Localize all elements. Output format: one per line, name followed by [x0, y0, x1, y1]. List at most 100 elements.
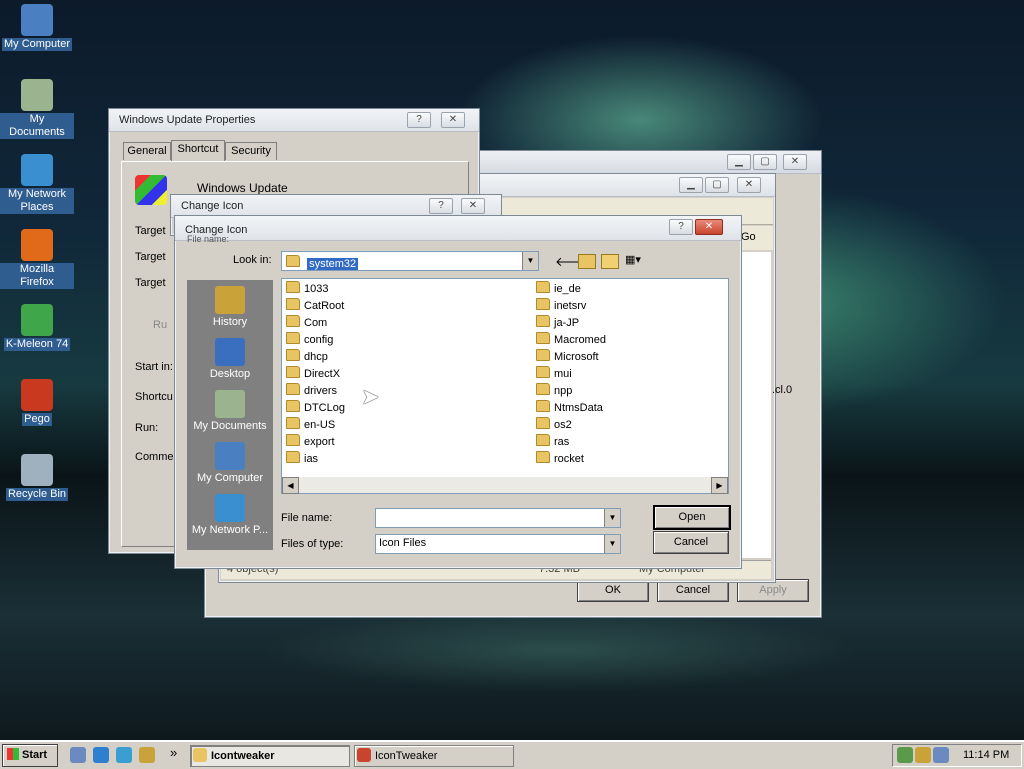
desktop-icon[interactable]: Mozilla Firefox — [0, 229, 74, 289]
taskbar: Start » Icontweaker IconTweaker 11:14 PM — [0, 740, 1024, 769]
close-button[interactable]: ✕ — [783, 154, 807, 170]
desktop-icon[interactable]: My Network Places — [0, 154, 74, 214]
search-icon[interactable] — [139, 747, 155, 763]
help-button[interactable]: ? — [669, 219, 693, 235]
tab-shortcut[interactable]: Shortcut — [171, 140, 225, 161]
folder-item[interactable]: Com — [286, 315, 327, 332]
documents-icon — [215, 390, 245, 418]
taskbar-item[interactable]: IconTweaker — [354, 745, 514, 767]
windows-logo-icon — [7, 748, 19, 760]
horizontal-scrollbar[interactable]: ◀ ▶ — [282, 477, 728, 494]
folder-item[interactable]: NtmsData — [536, 400, 603, 417]
start-label: Start — [22, 749, 48, 761]
folder-name: Microsoft — [554, 351, 599, 363]
folder-item[interactable]: en-US — [286, 417, 335, 434]
files-of-type-select[interactable]: Icon Files ▼ — [375, 534, 621, 554]
close-button[interactable]: ✕ — [695, 219, 723, 235]
place-history[interactable]: History — [187, 286, 273, 328]
desktop-icon[interactable]: My Computer — [0, 4, 74, 51]
folder-item[interactable]: export — [286, 434, 335, 451]
folder-item[interactable]: Macromed — [536, 332, 606, 349]
open-button[interactable]: Open — [653, 505, 731, 530]
folder-item[interactable]: 1033 — [286, 281, 328, 298]
folder-name: inetsrv — [554, 300, 587, 312]
folder-item[interactable]: CatRoot — [286, 298, 344, 315]
folder-name: 1033 — [304, 283, 329, 295]
place-network[interactable]: My Network P... — [187, 494, 273, 536]
place-computer[interactable]: My Computer — [187, 442, 273, 484]
folder-item[interactable]: inetsrv — [536, 298, 586, 315]
folder-item[interactable]: DTCLog — [286, 400, 345, 417]
place-documents[interactable]: My Documents — [187, 390, 273, 432]
folder-name: ras — [554, 436, 570, 448]
chevron-down-icon[interactable]: ▼ — [604, 535, 620, 553]
folder-item[interactable]: drivers — [286, 383, 337, 400]
folder-item[interactable]: Microsoft — [536, 349, 599, 366]
quick-launch-chevron[interactable]: » — [170, 745, 177, 760]
go-button[interactable]: Go — [741, 231, 756, 243]
tray-icon[interactable] — [933, 747, 949, 763]
folder-name: dhcp — [304, 351, 328, 363]
files-of-type-label: Files of type: — [281, 538, 344, 550]
media-icon[interactable] — [116, 747, 132, 763]
folder-icon — [536, 451, 550, 463]
folder-item[interactable]: DirectX — [286, 366, 340, 383]
tab-security[interactable]: Security — [225, 142, 277, 160]
up-folder-icon[interactable] — [578, 254, 596, 269]
help-button[interactable]: ? — [407, 112, 431, 128]
close-button[interactable]: ✕ — [441, 112, 465, 128]
kmeleon-icon — [21, 304, 53, 336]
start-button[interactable]: Start — [2, 744, 58, 767]
folder-item[interactable]: npp — [536, 383, 572, 400]
desktop-icon[interactable]: K-Meleon 74 — [0, 304, 74, 351]
folder-name: DirectX — [304, 368, 341, 380]
view-menu-icon[interactable]: ▦▾ — [625, 253, 649, 267]
desktop-icon[interactable]: Recycle Bin — [0, 454, 74, 501]
folder-name: mui — [554, 368, 572, 380]
folder-item[interactable]: dhcp — [286, 349, 328, 366]
folder-item[interactable]: ras — [536, 434, 569, 451]
help-button[interactable]: ? — [429, 198, 453, 214]
folder-item[interactable]: config — [286, 332, 333, 349]
file-name-field[interactable]: ▼ — [375, 508, 621, 528]
maximize-button[interactable]: ▢ — [753, 154, 777, 170]
minimize-button[interactable]: ▁ — [679, 177, 703, 193]
cancel-button[interactable]: Cancel — [653, 531, 729, 554]
folder-item[interactable]: rocket — [536, 451, 584, 468]
desktop-icon-label: My Network Places — [0, 188, 74, 214]
chevron-down-icon[interactable]: ▼ — [604, 509, 620, 527]
place-label: History — [212, 316, 248, 328]
desktop-icon[interactable]: Pego — [0, 379, 74, 426]
folder-icon — [286, 417, 300, 429]
maximize-button[interactable]: ▢ — [705, 177, 729, 193]
show-desktop-icon[interactable] — [70, 747, 86, 763]
place-desktop[interactable]: Desktop — [187, 338, 273, 380]
taskbar-item[interactable]: Icontweaker — [190, 745, 350, 767]
clock[interactable]: 11:14 PM — [963, 749, 1009, 761]
scroll-right-icon[interactable]: ▶ — [711, 477, 728, 494]
folder-item[interactable]: os2 — [536, 417, 572, 434]
desktop-icon-label: Mozilla Firefox — [0, 263, 74, 289]
tray-icon[interactable] — [915, 747, 931, 763]
history-icon — [215, 286, 245, 314]
folder-item[interactable]: ie_de — [536, 281, 581, 298]
folder-item[interactable]: ja-JP — [536, 315, 579, 332]
minimize-button[interactable]: ▁ — [727, 154, 751, 170]
chevron-down-icon[interactable]: ▼ — [522, 252, 538, 270]
ie-icon[interactable] — [93, 747, 109, 763]
mouse-cursor-icon: ➤ — [361, 384, 380, 409]
close-button[interactable]: ✕ — [737, 177, 761, 193]
folder-icon — [286, 434, 300, 446]
folder-name: rocket — [554, 453, 584, 465]
folder-item[interactable]: mui — [536, 366, 572, 383]
new-folder-icon[interactable] — [601, 254, 619, 269]
file-list[interactable]: 1033 CatRoot Com config dhcp DirectX drivers DT… — [281, 278, 729, 494]
folder-item[interactable]: ias — [286, 451, 318, 468]
close-button[interactable]: ✕ — [461, 198, 485, 214]
desktop-icon[interactable]: My Documents — [0, 79, 74, 139]
scroll-left-icon[interactable]: ◀ — [282, 477, 299, 494]
tab-general[interactable]: General — [123, 142, 171, 160]
look-in-select[interactable]: system32 ▼ — [281, 251, 539, 271]
tray-icon[interactable] — [897, 747, 913, 763]
folder-icon — [536, 332, 550, 344]
